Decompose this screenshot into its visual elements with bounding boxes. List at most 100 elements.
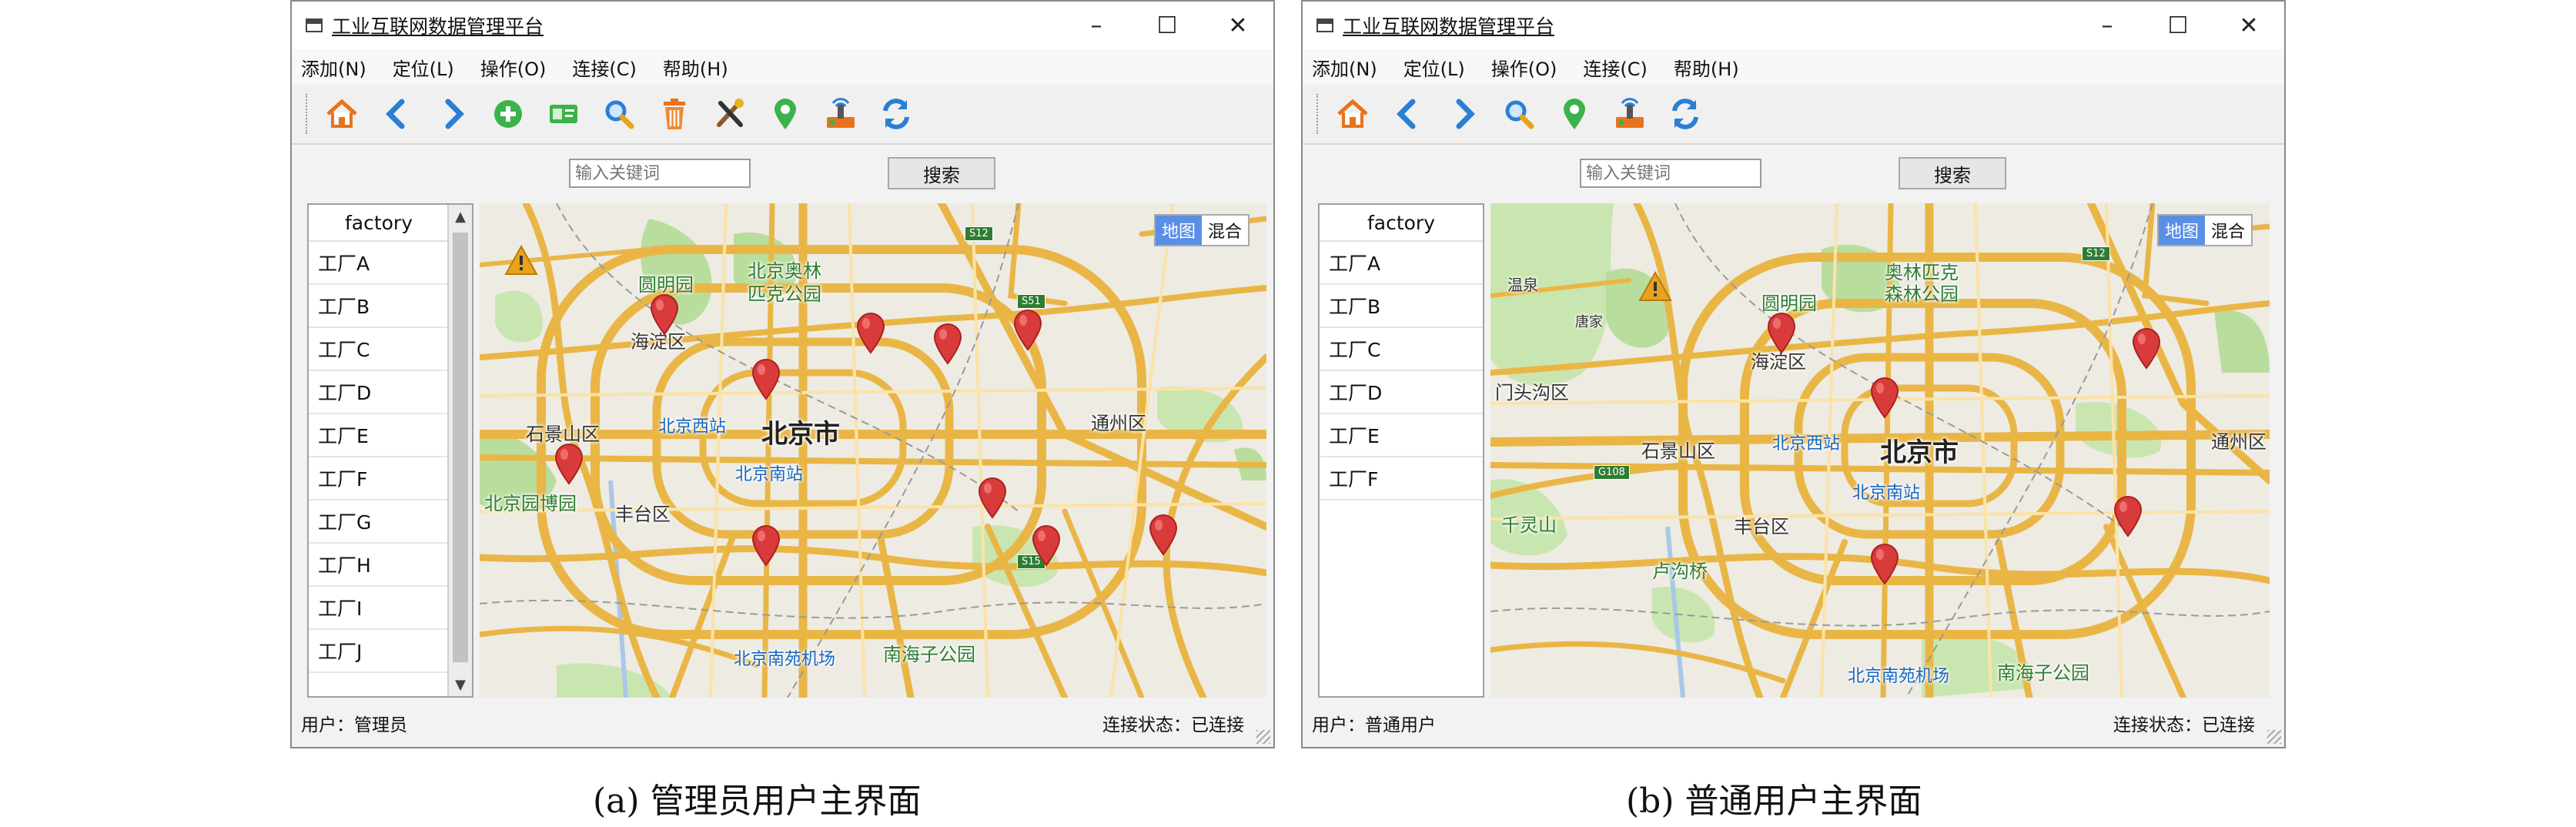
list-scrollbar[interactable]: ▲ ▼ [447,205,472,696]
factory-pin-icon[interactable] [1869,544,1900,585]
search-input[interactable] [569,159,751,188]
trash-icon[interactable] [652,92,697,136]
forward-icon[interactable] [430,92,475,136]
factory-pin-icon[interactable] [855,313,886,354]
menu-connect[interactable]: 连接(C) [572,54,636,81]
map-label: 温泉 [1507,276,1538,294]
search-icon[interactable] [1497,92,1541,136]
list-item[interactable]: 工厂B [1320,285,1483,328]
list-item[interactable]: 工厂I [309,587,449,630]
map-mode-button[interactable]: 地图 [1155,216,1202,245]
map-label: 南海子公园 [883,644,975,665]
map-label: 石景山区 [1641,440,1715,462]
search-row: 搜索 [292,145,1273,203]
list-item[interactable]: 工厂A [1320,242,1483,285]
close-button[interactable]: ✕ [2213,2,2284,49]
refresh-icon[interactable] [1663,92,1708,136]
map-label: 南海子公园 [1997,662,2089,684]
menu-locate[interactable]: 定位(L) [1403,54,1465,81]
map-label: 石景山区 [526,424,600,445]
map-mode-button[interactable]: 地图 [2158,216,2205,245]
device-icon[interactable] [818,92,863,136]
refresh-icon[interactable] [874,92,918,136]
list-header: factory [1320,205,1483,242]
forward-icon[interactable] [1441,92,1486,136]
list-item[interactable]: 工厂C [309,328,449,371]
factory-pin-icon[interactable] [2113,496,2143,537]
location-icon[interactable] [1552,92,1597,136]
list-item[interactable]: 工厂C [1320,328,1483,371]
caption-b: (b) 普通用户主界面 [1626,782,1922,821]
scroll-up-icon[interactable]: ▲ [449,205,472,228]
maximize-button[interactable]: ☐ [2143,2,2213,49]
menu-help[interactable]: 帮助(H) [1674,54,1739,81]
user-window: 工业互联网数据管理平台 – ☐ ✕ 添加(N) 定位(L) 操作(O) 连接(C… [1301,0,2286,748]
menu-bar: 添加(N) 定位(L) 操作(O) 连接(C) 帮助(H) [1303,49,2284,85]
map-label: 北京西站 [1772,434,1841,454]
factory-pin-icon[interactable] [977,477,1008,519]
status-user: 用户：普通用户 [1312,715,1436,735]
resize-grip[interactable] [2267,730,2281,744]
factory-pin-icon[interactable] [2131,328,2162,370]
menu-operate[interactable]: 操作(O) [480,54,547,81]
factory-pin-icon[interactable] [554,444,584,485]
tools-icon[interactable] [708,92,752,136]
menu-add[interactable]: 添加(N) [1312,54,1377,81]
home-icon[interactable] [319,92,364,136]
menu-connect[interactable]: 连接(C) [1583,54,1647,81]
toolbar-grip[interactable] [1316,94,1323,134]
list-item[interactable]: 工厂A [309,242,449,285]
map-label: 通州区 [1091,413,1146,434]
list-item[interactable]: 工厂D [1320,371,1483,414]
minimize-button[interactable]: – [2072,2,2143,49]
menu-locate[interactable]: 定位(L) [393,54,454,81]
search-input[interactable] [1580,159,1761,188]
hybrid-mode-button[interactable]: 混合 [2205,216,2251,245]
factory-pin-icon[interactable] [1766,313,1797,354]
factory-pin-icon[interactable] [1031,525,1062,567]
maximize-button[interactable]: ☐ [1132,2,1203,49]
search-button[interactable]: 搜索 [888,157,995,189]
map-view[interactable]: 地图 混合 S12 S51 S15 圆明园 北京奥林 匹克公园 海淀区 北京市 … [480,203,1266,698]
scroll-down-icon[interactable]: ▼ [449,673,472,696]
card-icon[interactable] [541,92,586,136]
menu-add[interactable]: 添加(N) [301,54,366,81]
search-button[interactable]: 搜索 [1899,157,2006,189]
factory-pin-icon[interactable] [1869,377,1900,419]
add-icon[interactable] [486,92,530,136]
caption-a: (a) 管理员用户主界面 [593,782,922,821]
factory-pin-icon[interactable] [649,294,680,336]
home-icon[interactable] [1330,92,1375,136]
list-item[interactable]: 工厂E [309,414,449,457]
search-icon[interactable] [597,92,641,136]
list-item[interactable]: 工厂E [1320,414,1483,457]
list-item[interactable]: 工厂G [309,501,449,544]
factory-pin-icon[interactable] [1148,514,1179,556]
list-item[interactable]: 工厂F [309,457,449,501]
menu-operate[interactable]: 操作(O) [1491,54,1557,81]
status-bar: 用户：普通用户 连接状态：已连接 [1303,699,2284,747]
device-icon[interactable] [1607,92,1652,136]
map-view[interactable]: 地图 混合 S12 G108 温泉 唐家 圆明园 奥林匹克 森林公园 海淀区 门… [1490,203,2270,698]
close-button[interactable]: ✕ [1203,2,1273,49]
list-item[interactable]: 工厂H [309,544,449,587]
location-icon[interactable] [763,92,808,136]
back-icon[interactable] [375,92,420,136]
list-header: factory [309,205,449,242]
factory-pin-icon[interactable] [751,525,781,567]
factory-pin-icon[interactable] [1012,310,1043,351]
list-item[interactable]: 工厂D [309,371,449,414]
list-item[interactable]: 工厂F [1320,457,1483,501]
minimize-button[interactable]: – [1061,2,1132,49]
factory-pin-icon[interactable] [932,323,963,365]
map-label: 丰台区 [615,504,671,525]
scroll-thumb[interactable] [453,233,468,662]
list-item[interactable]: 工厂J [309,630,449,673]
hybrid-mode-button[interactable]: 混合 [1202,216,1248,245]
toolbar-grip[interactable] [306,94,312,134]
list-item[interactable]: 工厂B [309,285,449,328]
menu-help[interactable]: 帮助(H) [663,54,728,81]
back-icon[interactable] [1386,92,1430,136]
resize-grip[interactable] [1256,730,1270,744]
factory-pin-icon[interactable] [751,359,781,400]
